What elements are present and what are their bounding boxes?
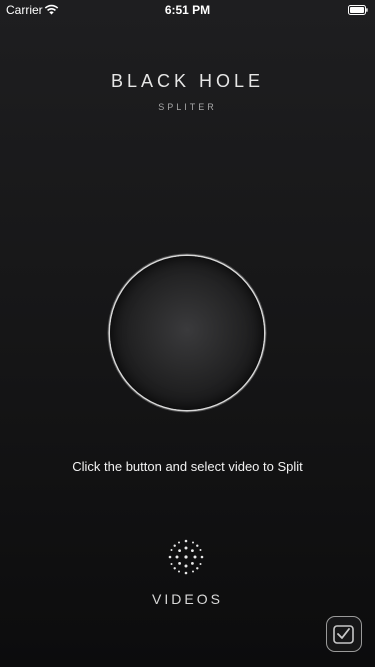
app-badge-icon[interactable]	[326, 616, 362, 652]
battery-icon	[348, 5, 368, 15]
instruction-text: Click the button and select video to Spl…	[72, 459, 303, 474]
dots-burst-icon[interactable]	[167, 538, 205, 576]
status-bar: Carrier 6:51 PM	[0, 0, 375, 20]
videos-button[interactable]: VIDEOS	[0, 591, 375, 607]
app-badge-glyph-icon	[333, 625, 354, 644]
app-subtitle: SPLITER	[158, 102, 217, 112]
app-title: BLACK HOLE	[110, 71, 265, 91]
select-video-button[interactable]	[110, 256, 264, 410]
status-time: 6:51 PM	[164, 3, 211, 17]
